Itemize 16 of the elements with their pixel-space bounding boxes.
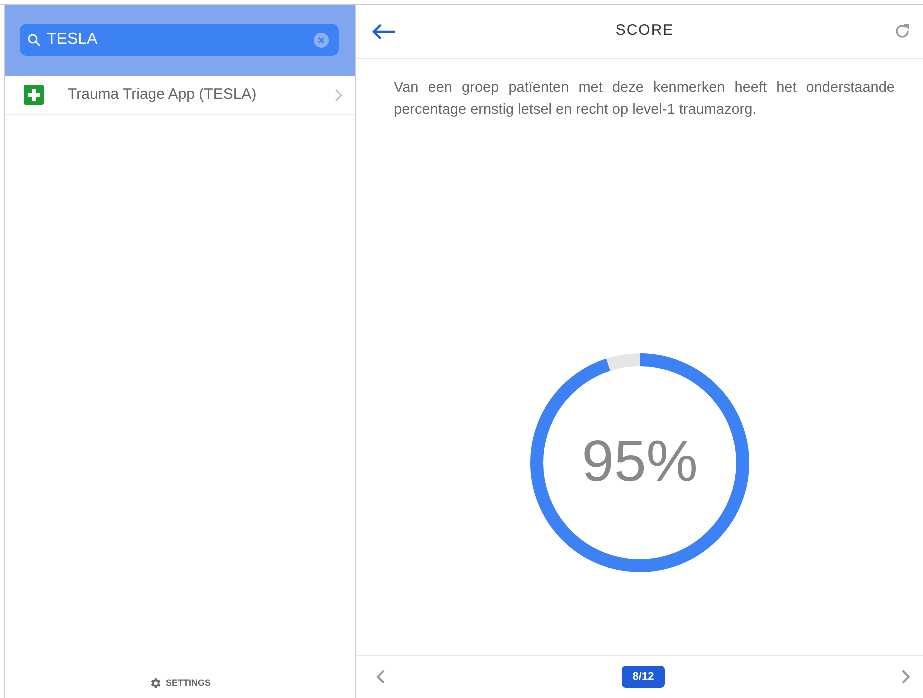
search-bar[interactable]: TESLA	[20, 24, 339, 56]
next-icon[interactable]	[900, 669, 911, 685]
chevron-right-icon	[335, 88, 343, 102]
page-indicator: 8/12	[622, 666, 666, 688]
search-icon	[28, 34, 41, 46]
refresh-icon[interactable]	[894, 23, 911, 40]
back-arrow-icon[interactable]	[372, 24, 396, 40]
previous-icon[interactable]	[376, 669, 386, 685]
clear-icon[interactable]	[314, 32, 329, 48]
gear-icon	[148, 676, 162, 690]
page-title: SCORE	[616, 21, 674, 42]
result-item[interactable]: Trauma Triage App (TESLA)	[5, 76, 355, 115]
medical-cross-icon	[24, 85, 44, 105]
description-text: Van een groep patïenten met deze kenmerken heeft het onderstaande percentage ernstig letsel en recht op level-1 traumazorg.	[393, 79, 896, 120]
settings-link[interactable]: SETTINGS	[148, 676, 211, 690]
score-value: 95%	[581, 429, 698, 494]
